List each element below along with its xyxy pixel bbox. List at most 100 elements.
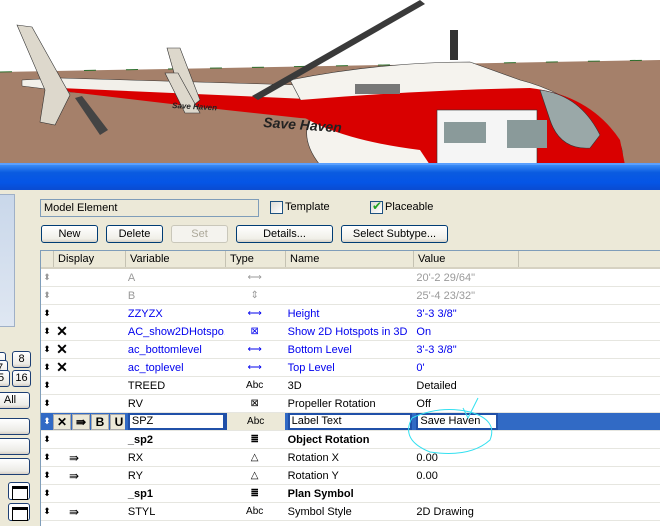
name-cell[interactable]: 3D bbox=[285, 377, 413, 394]
type-abc-icon[interactable]: Abc bbox=[225, 503, 285, 520]
num-button-16[interactable]: 16 bbox=[12, 370, 31, 387]
hidden-x-icon[interactable]: ✕ bbox=[53, 359, 71, 376]
set-button[interactable]: Set bbox=[171, 225, 228, 243]
variable-cell[interactable]: AC_show2DHotspo... bbox=[125, 323, 225, 340]
header-display[interactable]: Display bbox=[53, 251, 125, 267]
table-row[interactable]: ⬍ B ⇕ 25'-4 23/32" bbox=[41, 287, 660, 305]
table-row[interactable]: ⬍ ✕ ac_bottomlevel ⟷ Bottom Level 3'-3 3/8" bbox=[41, 341, 660, 359]
value-cell[interactable]: Detailed bbox=[412, 377, 660, 394]
table-row[interactable]: ⬍ ⇛ RX △ Rotation X 0.00 bbox=[41, 449, 660, 467]
value-cell[interactable] bbox=[412, 431, 660, 448]
table-row[interactable]: ⬍ _sp2 ≣ Object Rotation bbox=[41, 431, 660, 449]
display-cell[interactable]: ⇛ bbox=[53, 449, 125, 466]
child-indent-icon[interactable]: ⇛ bbox=[71, 413, 90, 430]
variable-cell[interactable]: RX bbox=[125, 449, 225, 466]
header-value[interactable]: Value bbox=[413, 251, 519, 267]
type-length-icon[interactable]: ⟷ bbox=[225, 305, 285, 322]
name-cell[interactable]: Bottom Level bbox=[285, 341, 413, 358]
reorder-handle[interactable]: ⬍ bbox=[41, 485, 53, 502]
details-button[interactable]: Details... bbox=[236, 225, 333, 243]
select-subtype-button[interactable]: Select Subtype... bbox=[341, 225, 448, 243]
table-row[interactable]: ⬍ TREED Abc 3D Detailed bbox=[41, 377, 660, 395]
dialog-title-bar[interactable] bbox=[0, 163, 660, 190]
name-cell[interactable]: Top Level bbox=[285, 359, 413, 376]
variable-cell[interactable]: STYL bbox=[125, 503, 225, 520]
type-boolean-icon[interactable]: ⊠ bbox=[225, 323, 285, 340]
type-title-icon[interactable]: ≣ bbox=[225, 485, 285, 502]
value-cell[interactable]: 25'-4 23/32" bbox=[412, 287, 660, 304]
header-variable[interactable]: Variable bbox=[125, 251, 225, 267]
name-text[interactable]: Label Text bbox=[287, 413, 413, 430]
display-cell[interactable] bbox=[53, 377, 125, 394]
variable-cell[interactable]: A bbox=[125, 269, 225, 286]
display-cell[interactable]: ✕ ⇛ B U bbox=[52, 413, 125, 430]
type-angle-icon[interactable]: △ bbox=[225, 467, 285, 484]
type-length-x-icon[interactable]: ⟷ bbox=[225, 269, 285, 286]
checkbox-box[interactable] bbox=[370, 199, 383, 214]
name-cell[interactable]: Symbol Style bbox=[285, 503, 413, 520]
display-cell[interactable]: ⇛ bbox=[53, 503, 125, 520]
template-checkbox[interactable]: Template bbox=[270, 199, 330, 215]
header-type[interactable]: Type bbox=[225, 251, 285, 267]
value-cell[interactable]: 3'-3 3/8" bbox=[412, 305, 660, 322]
variable-cell[interactable]: RY bbox=[125, 467, 225, 484]
display-cell[interactable] bbox=[53, 305, 125, 322]
variable-cell[interactable]: SPZ bbox=[125, 413, 225, 430]
side-button[interactable] bbox=[0, 418, 30, 435]
value-cell[interactable]: Save Haven bbox=[412, 413, 660, 430]
hidden-x-icon[interactable]: ✕ bbox=[53, 341, 71, 358]
display-cell[interactable]: ⇛ bbox=[53, 467, 125, 484]
variable-cell[interactable]: ZZYZX bbox=[125, 305, 225, 322]
name-cell[interactable] bbox=[285, 287, 413, 304]
placeable-checkbox[interactable]: Placeable bbox=[370, 199, 433, 215]
reorder-handle[interactable]: ⬍ bbox=[41, 359, 53, 376]
window-icon[interactable] bbox=[8, 482, 30, 500]
child-arrow-icon[interactable]: ⇛ bbox=[65, 451, 83, 465]
variable-cell[interactable]: RV bbox=[125, 395, 225, 412]
table-row[interactable]: ⬍ ⇛ STYL Abc Symbol Style 2D Drawing bbox=[41, 503, 660, 521]
type-length-icon[interactable]: ⟷ bbox=[225, 341, 285, 358]
table-row[interactable]: ⬍ ✕ ac_toplevel ⟷ Top Level 0' bbox=[41, 359, 660, 377]
hidden-x-icon[interactable]: ✕ bbox=[53, 323, 71, 340]
reorder-handle[interactable]: ⬍ bbox=[41, 449, 53, 466]
name-cell[interactable]: Show 2D Hotspots in 3D bbox=[285, 323, 413, 340]
hide-toggle-icon[interactable]: ✕ bbox=[52, 413, 71, 430]
type-length-y-icon[interactable]: ⇕ bbox=[225, 287, 285, 304]
type-angle-icon[interactable]: △ bbox=[225, 449, 285, 466]
display-cell[interactable]: ✕ bbox=[53, 359, 125, 376]
table-row[interactable]: ⬍ ✕ ⇛ B U SPZ Abc Label Text Save Haven bbox=[41, 413, 660, 431]
value-text[interactable]: Save Haven bbox=[416, 413, 499, 430]
value-cell[interactable]: 0.00 bbox=[412, 467, 660, 484]
table-row[interactable]: ⬍ _sp1 ≣ Plan Symbol bbox=[41, 485, 660, 503]
display-cell[interactable] bbox=[53, 269, 125, 286]
reorder-handle[interactable]: ⬍ bbox=[41, 287, 53, 304]
checkbox-box[interactable] bbox=[270, 200, 283, 214]
value-cell[interactable]: 2D Drawing bbox=[412, 503, 660, 520]
type-abc-icon[interactable]: Abc bbox=[225, 377, 285, 394]
value-cell[interactable]: 0.00 bbox=[412, 449, 660, 466]
element-type-field[interactable]: Model Element bbox=[40, 199, 259, 217]
all-button[interactable]: All bbox=[0, 392, 30, 409]
name-cell[interactable]: Plan Symbol bbox=[285, 485, 413, 502]
display-cell[interactable] bbox=[53, 431, 125, 448]
window-icon[interactable] bbox=[8, 503, 30, 521]
display-cell[interactable]: ✕ bbox=[53, 341, 125, 358]
reorder-handle[interactable]: ⬍ bbox=[41, 413, 53, 430]
type-boolean-icon[interactable]: ⊠ bbox=[225, 395, 285, 412]
value-cell[interactable]: On bbox=[412, 323, 660, 340]
underline-toggle[interactable]: U bbox=[109, 413, 125, 430]
type-length-icon[interactable]: ⟷ bbox=[225, 359, 285, 376]
name-cell[interactable]: Rotation Y bbox=[285, 467, 413, 484]
reorder-handle[interactable]: ⬍ bbox=[41, 341, 53, 358]
child-arrow-icon[interactable]: ⇛ bbox=[65, 469, 83, 483]
name-cell[interactable]: Rotation X bbox=[285, 449, 413, 466]
value-cell[interactable]: 0' bbox=[412, 359, 660, 376]
reorder-handle[interactable]: ⬍ bbox=[41, 305, 53, 322]
header-name[interactable]: Name bbox=[285, 251, 413, 267]
reorder-handle[interactable]: ⬍ bbox=[41, 323, 53, 340]
side-button[interactable] bbox=[0, 438, 30, 455]
reorder-handle[interactable]: ⬍ bbox=[41, 431, 53, 448]
bold-toggle[interactable]: B bbox=[90, 413, 109, 430]
name-cell[interactable]: Label Text bbox=[285, 413, 413, 430]
variable-cell[interactable]: _sp1 bbox=[125, 485, 225, 502]
